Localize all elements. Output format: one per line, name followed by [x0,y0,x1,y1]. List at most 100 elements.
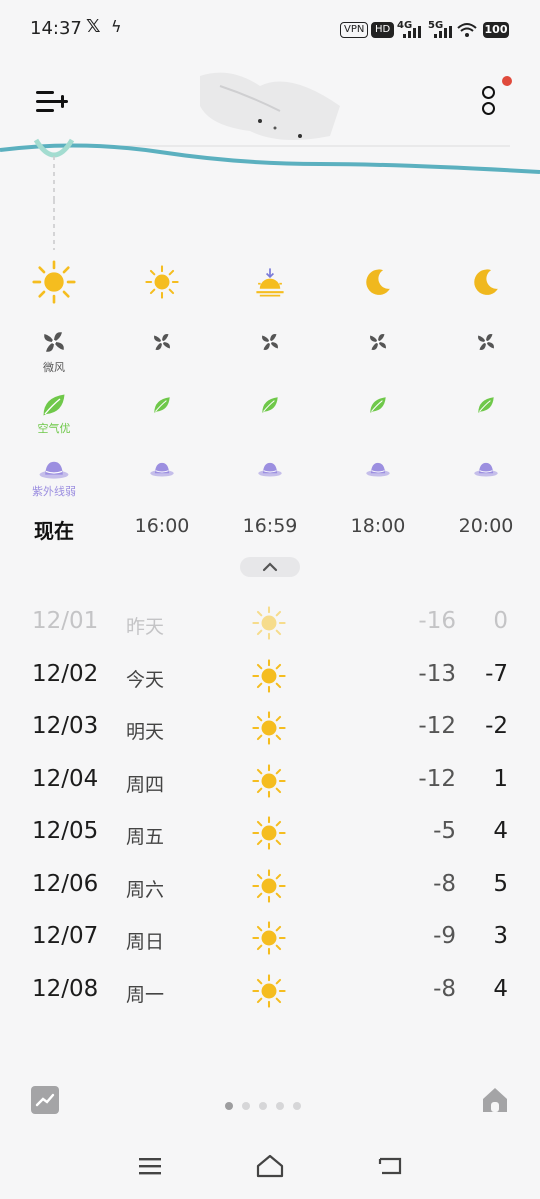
daily-weather-icon [252,973,286,1012]
home-location-button[interactable] [481,1085,509,1115]
house-icon [483,1088,507,1112]
hourly-air-icon [367,394,389,420]
daily-row[interactable]: 12/04 周四 -12 1 [0,754,540,806]
daily-weather-icon [252,921,286,959]
daily-low-temp: -12 [418,765,456,792]
hourly-wind-icon [149,329,175,359]
page-dot-active [225,1102,233,1110]
daily-row[interactable]: 12/03 明天 -12 -2 [0,701,540,753]
daily-low-temp: -5 [433,818,456,844]
moon-icon [474,269,498,295]
page-dot [276,1102,284,1110]
leaf-icon [262,397,278,413]
status-bar: 14:37 𝕏 ϟ VPN HD 4G 5G 100 [0,0,540,60]
city-manage-button[interactable] [36,88,68,116]
moon-icon [366,269,390,295]
daily-row[interactable]: 12/01 昨天 -16 0 [0,596,540,648]
more-options-button[interactable] [478,76,512,120]
vpn-badge: VPN [340,22,369,38]
sun-icon [32,260,76,304]
daily-low-temp: -12 [418,713,456,739]
daily-day-name: 周一 [126,983,165,1006]
back-nav-button[interactable] [376,1155,404,1177]
hourly-uv-icon [365,459,391,483]
sun-hat-icon [258,463,282,477]
hourly-uv-icon [257,459,283,483]
wind-label: 微风 [43,361,65,374]
sun-hat-icon [150,463,174,477]
trend-chart-button[interactable] [31,1086,59,1114]
daily-weather-icon [252,763,286,802]
leaf-icon [154,397,170,413]
sun-icon [252,921,286,955]
x-app-icon: 𝕏 [86,16,101,37]
daily-high-temp: 5 [493,870,508,897]
daily-high-temp: 1 [493,765,508,792]
wind-fan-icon [262,334,278,350]
hourly-wind-icon [38,326,70,362]
hour-label: 18:00 [350,515,406,537]
sunset-icon [256,268,284,297]
leaf-icon [370,397,386,413]
daily-row[interactable]: 12/08 周一 -8 4 [0,964,540,1016]
hourly-wind-icon [365,329,391,359]
wifi-icon [457,23,477,37]
hourly-air-icon [475,394,497,420]
sun-icon [252,658,286,693]
trend-icon [35,1093,55,1107]
daily-day-name: 周六 [126,878,165,901]
leaf-icon [43,394,65,416]
sun-icon [252,711,286,745]
daily-low-temp: -8 [433,870,456,897]
daily-high-temp: 0 [493,608,508,634]
hourly-air-icon [39,390,69,424]
menu-nav-button[interactable] [139,1156,163,1176]
hourly-uv-icon [473,459,499,483]
daily-high-temp: 4 [493,818,508,844]
daily-weather-icon [252,658,286,697]
daily-date: 12/01 [32,608,99,634]
daily-row[interactable]: 12/07 周日 -9 3 [0,911,540,963]
page-dot [242,1102,250,1110]
daily-weather-icon [252,816,286,854]
status-time: 14:37 [30,18,82,39]
sun-icon [252,868,286,903]
daily-high-temp: -2 [485,713,508,739]
daily-high-temp: 3 [493,923,508,949]
signal-icon-2 [434,26,452,38]
daily-row[interactable]: 12/02 今天 -13 -7 [0,649,540,701]
hourly-weather-icon [253,265,287,303]
hourly-air-icon [259,394,281,420]
hourly-weather-icon [32,260,76,308]
daily-weather-icon [252,868,286,907]
daily-low-temp: -13 [418,660,456,687]
daily-high-temp: -7 [485,660,508,687]
uv-label: 紫外线弱 [32,485,76,498]
hourly-uv-icon [38,457,70,485]
daily-day-name: 周五 [126,826,165,848]
page-dot [293,1102,301,1110]
daily-date: 12/03 [32,713,99,739]
daily-row[interactable]: 12/05 周五 -5 4 [0,806,540,858]
daily-low-temp: -9 [433,923,456,949]
daily-low-temp: -16 [418,608,456,634]
hourly-uv-icon [149,459,175,483]
page-indicator [225,1095,310,1114]
daily-day-name: 明天 [126,721,165,743]
daily-date: 12/08 [32,975,99,1002]
daily-high-temp: 4 [493,975,508,1002]
home-nav-button[interactable] [256,1154,284,1178]
hourly-wind-icon [473,329,499,359]
system-nav-bar [0,1150,540,1190]
sun-hat-icon [39,461,69,479]
hour-label: 16:00 [134,515,190,537]
sun-hat-icon [366,463,390,477]
wind-fan-icon [44,332,64,352]
collapse-hourly-button[interactable] [240,557,300,577]
hour-label: 16:59 [242,515,298,537]
notification-dot [502,76,512,86]
wind-fan-icon [370,334,386,350]
daily-row[interactable]: 12/06 周六 -8 5 [0,859,540,911]
page-dot [259,1102,267,1110]
sun-icon [252,763,286,798]
